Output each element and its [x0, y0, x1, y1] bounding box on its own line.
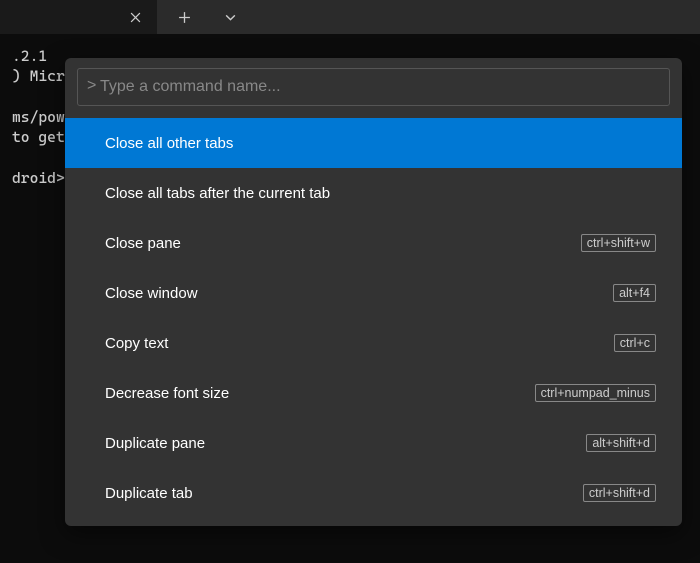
palette-item-shortcut: alt+f4 — [613, 284, 656, 302]
active-tab[interactable] — [0, 0, 157, 34]
palette-item-decrease-font[interactable]: Decrease font size ctrl+numpad_minus — [65, 368, 682, 418]
tab-strip — [0, 0, 245, 34]
command-palette: > Close all other tabs Close all tabs af… — [65, 58, 682, 526]
palette-item-label: Close all other tabs — [105, 135, 233, 152]
palette-item-shortcut: ctrl+c — [614, 334, 656, 352]
palette-item-label: Duplicate tab — [105, 485, 193, 502]
palette-item-shortcut: ctrl+numpad_minus — [535, 384, 656, 402]
command-search-input[interactable] — [77, 68, 670, 106]
palette-item-label: Copy text — [105, 335, 168, 352]
title-bar — [0, 0, 700, 34]
palette-item-close-other-tabs[interactable]: Close all other tabs — [65, 118, 682, 168]
palette-item-close-pane[interactable]: Close pane ctrl+shift+w — [65, 218, 682, 268]
palette-item-close-window[interactable]: Close window alt+f4 — [65, 268, 682, 318]
close-tab-button[interactable] — [125, 7, 145, 27]
palette-search-wrap: > — [65, 58, 682, 118]
chevron-down-icon — [224, 11, 237, 24]
palette-item-close-tabs-after[interactable]: Close all tabs after the current tab — [65, 168, 682, 218]
new-tab-button[interactable] — [169, 0, 199, 34]
tab-dropdown-button[interactable] — [215, 0, 245, 34]
palette-item-shortcut: ctrl+shift+w — [581, 234, 656, 252]
palette-item-label: Close window — [105, 285, 198, 302]
palette-item-label: Close all tabs after the current tab — [105, 185, 330, 202]
palette-item-duplicate-pane[interactable]: Duplicate pane alt+shift+d — [65, 418, 682, 468]
palette-item-copy-text[interactable]: Copy text ctrl+c — [65, 318, 682, 368]
palette-item-label: Decrease font size — [105, 385, 229, 402]
close-icon — [130, 12, 141, 23]
palette-item-label: Duplicate pane — [105, 435, 205, 452]
palette-item-shortcut: ctrl+shift+d — [583, 484, 656, 502]
palette-list: Close all other tabs Close all tabs afte… — [65, 118, 682, 518]
tab-actions — [157, 0, 245, 34]
palette-item-label: Close pane — [105, 235, 181, 252]
palette-item-shortcut: alt+shift+d — [586, 434, 656, 452]
plus-icon — [178, 11, 191, 24]
palette-item-duplicate-tab[interactable]: Duplicate tab ctrl+shift+d — [65, 468, 682, 518]
